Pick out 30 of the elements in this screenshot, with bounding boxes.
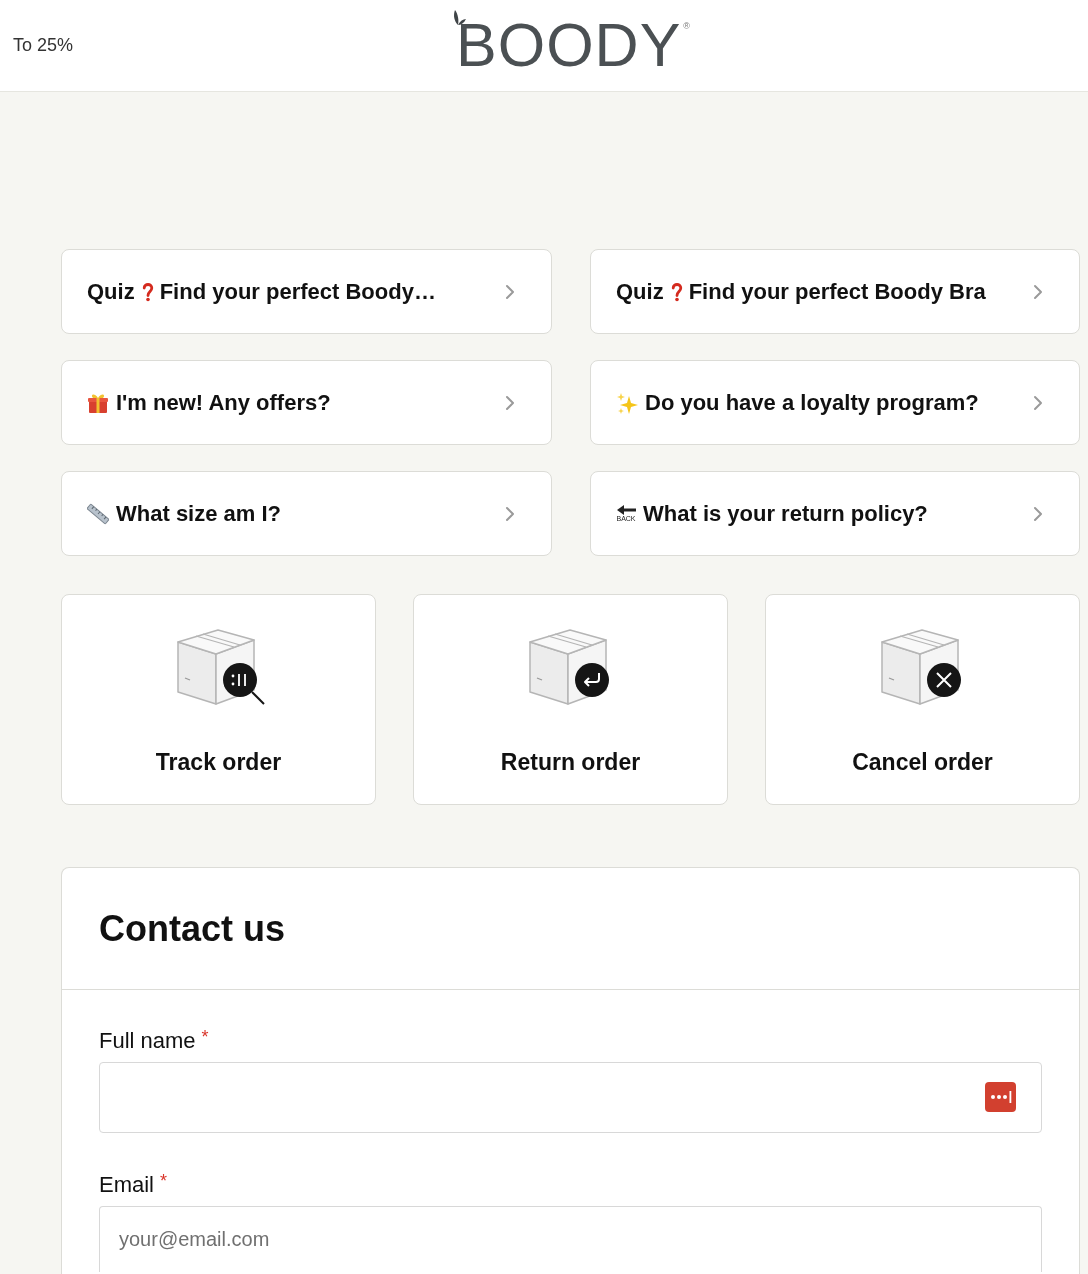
input-field[interactable]: your@email.com <box>99 1206 1042 1272</box>
question-link[interactable]: I'm new! Any offers? <box>61 360 552 445</box>
registered-mark: ® <box>683 21 690 31</box>
chevron-right-icon <box>505 394 515 411</box>
chevron-right-icon <box>1033 283 1043 300</box>
question-link[interactable]: What size am I? <box>61 471 552 556</box>
order-action-button[interactable]: Cancel order <box>765 594 1080 805</box>
field-label: Full name <box>99 1027 196 1055</box>
question-mark-icon <box>141 281 154 302</box>
input-field[interactable] <box>99 1062 1042 1133</box>
required-mark: * <box>201 1027 209 1047</box>
box-magnifier-icon <box>175 628 266 706</box>
question-link[interactable]: Quiz Find your perfect Boody Bra <box>590 249 1080 334</box>
question-link[interactable]: Do you have a loyalty program? <box>590 360 1080 445</box>
contact-title: Contact us <box>99 907 285 950</box>
sparkles-icon <box>616 391 638 414</box>
chevron-right-icon <box>505 283 515 300</box>
leaf-icon <box>452 9 466 25</box>
question-mark-icon <box>670 281 683 302</box>
order-action-button[interactable]: Return order <box>413 594 728 805</box>
chevron-right-icon <box>1033 505 1043 522</box>
logo-text[interactable]: BOODY <box>456 15 682 76</box>
question-link[interactable]: Quiz Find your perfect Boody… <box>61 249 552 334</box>
order-action-button[interactable]: Track order <box>61 594 376 805</box>
arrow-icon <box>616 504 636 515</box>
chevron-right-icon <box>505 505 515 522</box>
chevron-right-icon <box>1033 394 1043 411</box>
field-label: Email <box>99 1171 154 1199</box>
required-mark: * <box>160 1171 168 1191</box>
promo-text: To 25% <box>12 35 74 56</box>
